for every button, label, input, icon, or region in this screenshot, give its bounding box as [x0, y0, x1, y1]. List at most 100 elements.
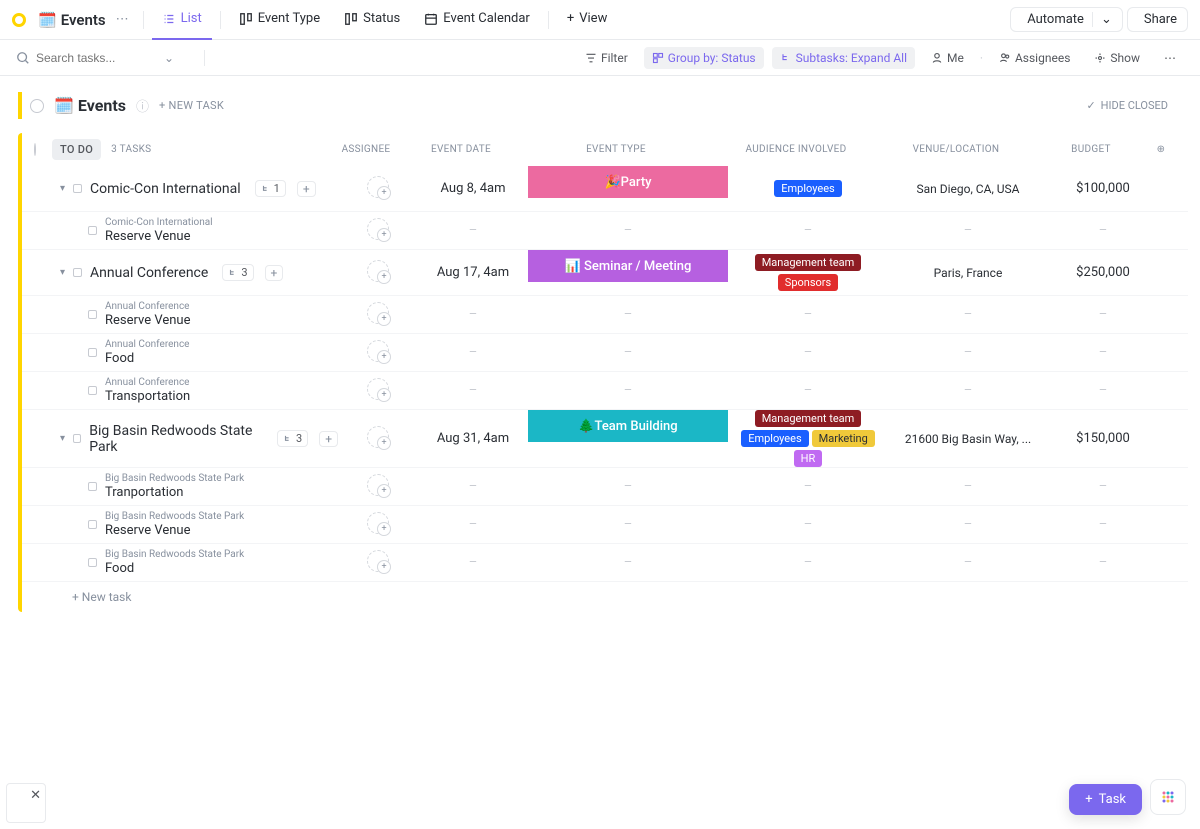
status-square-icon[interactable]: [73, 184, 82, 193]
event-type-cell[interactable]: –: [528, 223, 728, 238]
status-square-icon[interactable]: [73, 268, 82, 277]
subtask-count[interactable]: 1: [255, 180, 286, 197]
audience-tag[interactable]: Management team: [755, 254, 862, 271]
status-square-icon[interactable]: [88, 386, 97, 395]
help-widget[interactable]: ✕: [6, 783, 46, 823]
event-date-cell[interactable]: –: [418, 383, 528, 398]
assignee-empty[interactable]: [367, 176, 389, 198]
venue-cell[interactable]: Paris, France: [888, 266, 1048, 280]
filter-button[interactable]: Filter: [577, 47, 636, 69]
budget-cell[interactable]: $150,000: [1048, 431, 1158, 446]
col-header-venue[interactable]: VENUE/LOCATION: [876, 144, 1036, 155]
event-date-cell[interactable]: Aug 8, 4am: [418, 181, 528, 196]
subtask-name[interactable]: Tranportation: [105, 485, 244, 500]
audience-tag[interactable]: HR: [794, 450, 823, 467]
assignee-empty[interactable]: [367, 550, 389, 572]
budget-cell[interactable]: –: [1048, 345, 1158, 360]
subtask-row[interactable]: Comic-Con International Reserve Venue – …: [22, 212, 1188, 250]
subtask-row[interactable]: Annual Conference Transportation – – – –…: [22, 372, 1188, 410]
audience-tag[interactable]: Sponsors: [778, 274, 838, 291]
audience-cell[interactable]: Employees: [728, 180, 888, 197]
assignee-empty[interactable]: [367, 218, 389, 240]
venue-cell[interactable]: –: [888, 383, 1048, 398]
subtask-count[interactable]: 3: [277, 430, 308, 447]
list-title[interactable]: 🗓️ Events: [38, 11, 106, 29]
tab-list[interactable]: List: [152, 0, 212, 40]
budget-cell[interactable]: –: [1048, 383, 1158, 398]
subtask-row[interactable]: Annual Conference Reserve Venue – – – – …: [22, 296, 1188, 334]
status-square-icon[interactable]: [88, 348, 97, 357]
venue-cell[interactable]: 21600 Big Basin Way, ...: [888, 432, 1048, 446]
hide-closed-button[interactable]: ✓ HIDE CLOSED: [1086, 99, 1168, 112]
expand-caret-icon[interactable]: ▾: [60, 183, 65, 194]
venue-cell[interactable]: –: [888, 307, 1048, 322]
subtask-row[interactable]: Annual Conference Food – – – – –: [22, 334, 1188, 372]
audience-cell[interactable]: Management team EmployeesMarketing HR: [728, 410, 888, 467]
budget-cell[interactable]: –: [1048, 517, 1158, 532]
assignee-empty[interactable]: [367, 340, 389, 362]
subtask-row[interactable]: Big Basin Redwoods State Park Reserve Ve…: [22, 506, 1188, 544]
budget-cell[interactable]: $250,000: [1048, 265, 1158, 280]
budget-cell[interactable]: –: [1048, 479, 1158, 494]
event-type-pill[interactable]: 🌲Team Building: [528, 410, 728, 442]
subtask-row[interactable]: Big Basin Redwoods State Park Food – – –…: [22, 544, 1188, 582]
audience-cell[interactable]: –: [728, 555, 888, 570]
collapse-circle-icon[interactable]: [30, 99, 44, 113]
new-task-header[interactable]: + NEW TASK: [159, 99, 224, 112]
budget-cell[interactable]: –: [1048, 223, 1158, 238]
venue-cell[interactable]: San Diego, CA, USA: [888, 182, 1048, 196]
event-type-cell[interactable]: –: [528, 307, 728, 322]
venue-cell[interactable]: –: [888, 223, 1048, 238]
event-date-cell[interactable]: –: [418, 345, 528, 360]
search-input[interactable]: [36, 51, 156, 65]
event-date-cell[interactable]: Aug 17, 4am: [418, 265, 528, 280]
audience-tag[interactable]: Marketing: [812, 430, 875, 447]
apps-grid-button[interactable]: [1150, 779, 1186, 815]
subtask-row[interactable]: Big Basin Redwoods State Park Tranportat…: [22, 468, 1188, 506]
list-more-icon[interactable]: ⋯: [110, 12, 135, 27]
audience-cell[interactable]: –: [728, 345, 888, 360]
add-column-icon[interactable]: ⊕: [1146, 144, 1176, 155]
budget-cell[interactable]: –: [1048, 307, 1158, 322]
collapse-group-icon[interactable]: [34, 143, 36, 156]
col-header-audience[interactable]: AUDIENCE INVOLVED: [716, 144, 876, 155]
event-date-cell[interactable]: –: [418, 479, 528, 494]
add-subtask-icon[interactable]: +: [297, 181, 316, 197]
chevron-down-icon[interactable]: ⌄: [164, 51, 174, 65]
budget-cell[interactable]: $100,000: [1048, 181, 1158, 196]
share-button[interactable]: Share: [1127, 7, 1188, 32]
audience-cell[interactable]: –: [728, 307, 888, 322]
new-task-row[interactable]: + New task: [22, 582, 1188, 612]
list-name[interactable]: 🗓️ Events: [54, 96, 126, 115]
status-square-icon[interactable]: [88, 310, 97, 319]
status-square-icon[interactable]: [88, 482, 97, 491]
status-square-icon[interactable]: [73, 434, 81, 443]
assignee-empty[interactable]: [367, 512, 389, 534]
audience-cell[interactable]: –: [728, 517, 888, 532]
me-button[interactable]: Me: [923, 47, 972, 69]
expand-caret-icon[interactable]: ▾: [60, 433, 65, 444]
task-name[interactable]: Comic-Con International: [90, 181, 241, 197]
assignee-empty[interactable]: [367, 378, 389, 400]
task-name[interactable]: Big Basin Redwoods State Park: [89, 423, 263, 455]
event-type-pill[interactable]: 📊 Seminar / Meeting: [528, 250, 728, 282]
audience-tag[interactable]: Management team: [755, 410, 862, 427]
audience-tag[interactable]: Employees: [741, 430, 808, 447]
event-type-cell[interactable]: –: [528, 383, 728, 398]
col-header-type[interactable]: EVENT TYPE: [516, 144, 716, 155]
search-tasks[interactable]: ⌄: [16, 51, 196, 65]
tab-event-calendar[interactable]: Event Calendar: [414, 0, 540, 40]
new-task-fab[interactable]: + Task: [1069, 784, 1142, 815]
audience-cell[interactable]: –: [728, 479, 888, 494]
assignee-empty[interactable]: [367, 426, 389, 448]
subtask-name[interactable]: Transportation: [105, 389, 190, 404]
venue-cell[interactable]: –: [888, 555, 1048, 570]
audience-cell[interactable]: –: [728, 223, 888, 238]
automate-button[interactable]: Automate ⌄: [1010, 7, 1123, 32]
budget-cell[interactable]: –: [1048, 555, 1158, 570]
col-header-assignee[interactable]: ASSIGNEE: [326, 144, 406, 155]
col-header-budget[interactable]: BUDGET: [1036, 144, 1146, 155]
tab-status[interactable]: Status: [334, 0, 410, 40]
subtask-name[interactable]: Reserve Venue: [105, 313, 191, 328]
show-button[interactable]: Show: [1086, 47, 1148, 69]
